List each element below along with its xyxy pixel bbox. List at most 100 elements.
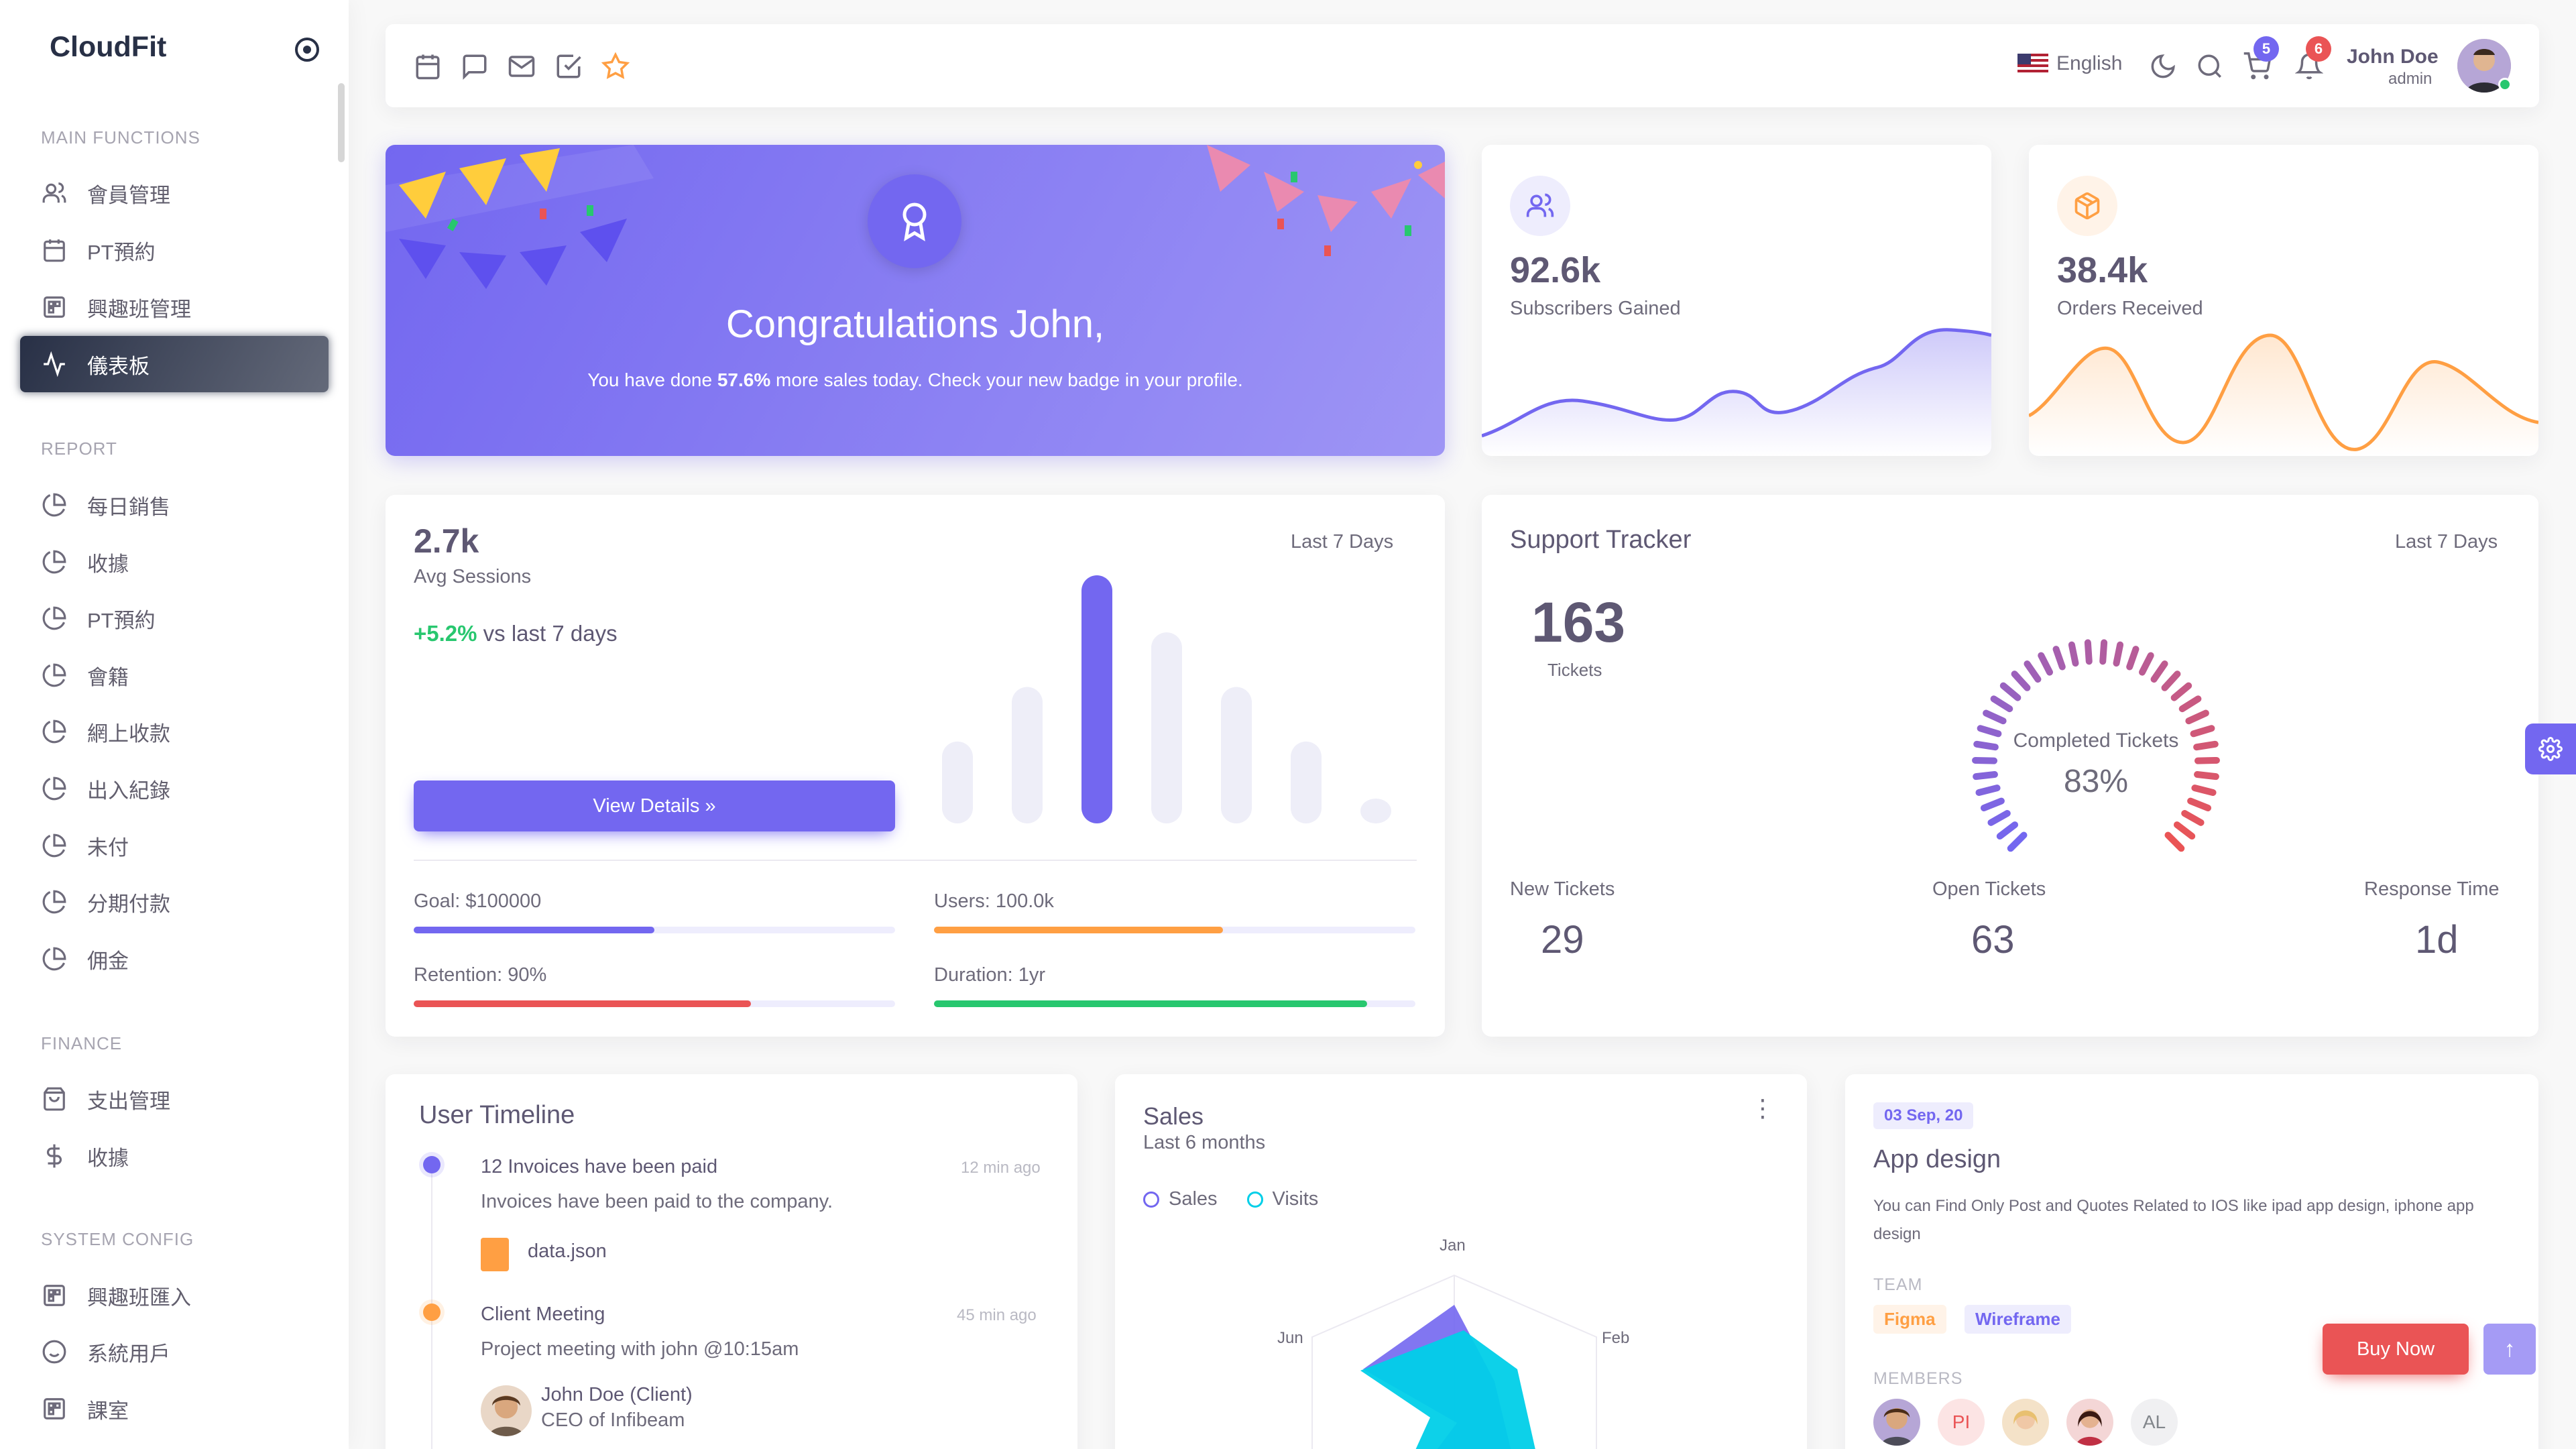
gauge-segment [2161, 671, 2181, 691]
pie-chart-icon [40, 604, 68, 632]
json-file-icon [481, 1238, 509, 1271]
sidebar-item-expenses[interactable]: 支出管理 [20, 1071, 329, 1127]
gauge-segment [2038, 652, 2053, 676]
moon-icon[interactable] [2149, 52, 2177, 80]
sessions-change: +5.2% vs last 7 days [414, 621, 618, 646]
retention-progress [414, 1000, 895, 1007]
congrats-title: Congratulations John, [725, 302, 1105, 346]
support-title: Support Tracker [1510, 526, 1692, 554]
scroll-to-top-button[interactable]: ↑ [2483, 1324, 2536, 1375]
users-progress [934, 927, 1415, 933]
member-avatar-initials[interactable]: PI [1938, 1399, 1985, 1446]
orders-card: 38.4k Orders Received [2029, 145, 2538, 456]
orders-value: 38.4k [2057, 250, 2148, 290]
session-bar [1012, 687, 1043, 823]
sidebar-item-commission[interactable]: 佣金 [20, 931, 329, 987]
member-avatar[interactable] [1873, 1399, 1920, 1446]
search-icon[interactable] [2196, 52, 2224, 80]
sidebar-item-system-users[interactable]: 系統用戶 [20, 1324, 329, 1380]
sidebar-item-dashboard[interactable]: 儀表板 [20, 336, 329, 392]
mail-icon[interactable] [508, 52, 536, 80]
sidebar-item-classes[interactable]: 興趣班管理 [20, 279, 329, 335]
activity-icon [40, 350, 68, 378]
timeline-title: User Timeline [419, 1101, 575, 1129]
top-navbar: English 5 6 [386, 24, 2539, 107]
gauge-segment [2139, 652, 2154, 676]
timeline-item-title: 12 Invoices have been paid [481, 1156, 718, 1177]
sessions-change-label: vs last 7 days [483, 621, 618, 646]
sidebar-item-label: 會員管理 [87, 183, 170, 207]
gauge-segment [1987, 810, 2011, 826]
tag-figma: Figma [1873, 1305, 1946, 1334]
app-design-desc: You can Find Only Post and Quotes Relate… [1873, 1197, 2474, 1243]
sidebar-item-classrooms[interactable]: 課室 [20, 1381, 329, 1437]
sessions-period-dropdown[interactable]: Last 7 Days [1291, 531, 1393, 553]
gauge-segment [1983, 709, 2007, 725]
gauge-segment [2181, 810, 2205, 826]
goal-label: Goal: $100000 [414, 890, 542, 912]
duration-label: Duration: 1yr [934, 964, 1046, 986]
attachment-link[interactable]: data.json [528, 1240, 607, 1263]
sidebar-item-unpaid[interactable]: 未付 [20, 817, 329, 874]
sidebar-item-members[interactable]: 會員管理 [20, 165, 329, 221]
user-role: admin [2388, 70, 2433, 88]
check-square-icon[interactable] [554, 52, 583, 80]
sidebar-item-label: 會籍 [87, 665, 129, 689]
language-selector[interactable]: English [2017, 52, 2122, 75]
gauge-segment [2068, 641, 2079, 667]
user-name[interactable]: John Doe [2347, 46, 2439, 68]
member-avatar[interactable] [2002, 1399, 2049, 1446]
sidebar-item-daily-sales[interactable]: 每日銷售 [20, 477, 329, 533]
view-details-button[interactable]: View Details » [414, 780, 895, 831]
client-role: CEO of Infibeam [541, 1409, 685, 1431]
sidebar-item-label: 收據 [87, 1146, 129, 1170]
member-avatar-initials[interactable]: AL [2131, 1399, 2178, 1446]
sidebar-item-pt-report[interactable]: PT預約 [20, 590, 329, 646]
star-icon[interactable] [601, 52, 630, 80]
gauge-segment [2007, 831, 2028, 852]
arrow-up-icon: ↑ [2504, 1336, 2516, 1362]
section-finance: FINANCE [41, 1033, 123, 1053]
cart-badge: 5 [2253, 36, 2279, 62]
sales-radar-chart [1311, 1274, 1597, 1449]
retention-label: Retention: 90% [414, 964, 547, 986]
customizer-toggle[interactable] [2525, 723, 2576, 774]
sidebar: CloudFit MAIN FUNCTIONS 會員管理 PT預約 興趣班管理 … [0, 0, 349, 1449]
sidebar-item-access-log[interactable]: 出入紀錄 [20, 760, 329, 817]
layout-icon [40, 1395, 68, 1423]
sidebar-item-label: 每日銷售 [87, 495, 170, 519]
orders-sparkline [2029, 333, 2538, 456]
sidebar-item-pt[interactable]: PT預約 [20, 222, 329, 278]
sidebar-scrollbar[interactable] [338, 83, 345, 162]
buy-now-button[interactable]: Buy Now [2323, 1324, 2469, 1375]
sidebar-item-membership[interactable]: 會籍 [20, 647, 329, 703]
sidebar-item-label: 系統用戶 [87, 1342, 170, 1366]
sidebar-item-finance-receipts[interactable]: 收據 [20, 1128, 329, 1184]
brand-logo[interactable]: CloudFit [50, 31, 166, 64]
gauge-segment [1999, 682, 2022, 701]
sidebar-item-installments[interactable]: 分期付款 [20, 874, 329, 930]
timeline-item-text: Invoices have been paid to the company. [481, 1191, 833, 1212]
sidebar-item-label: 儀表板 [87, 354, 150, 378]
smile-icon [40, 1338, 68, 1366]
timeline-item-time: 45 min ago [957, 1306, 1037, 1324]
gauge-segment [2150, 660, 2168, 683]
sidebar-item-receipts[interactable]: 收據 [20, 534, 329, 590]
message-icon[interactable] [461, 52, 489, 80]
calendar-icon[interactable] [414, 52, 442, 80]
session-bar [1221, 687, 1252, 823]
gauge-segment [2173, 821, 2196, 840]
language-label: English [2056, 52, 2123, 74]
sidebar-item-label: 收據 [87, 552, 129, 576]
new-tickets-value: 29 [1541, 918, 1584, 962]
team-label: TEAM [1873, 1275, 1923, 1294]
users-icon [1510, 176, 1570, 236]
subscribers-sparkline [1482, 328, 1991, 456]
sidebar-item-online-payment[interactable]: 網上收款 [20, 703, 329, 760]
member-avatar[interactable] [2066, 1399, 2113, 1446]
online-status-dot [2498, 78, 2512, 91]
tickets-value: 163 [1531, 591, 1626, 654]
support-period-dropdown[interactable]: Last 7 Days [2395, 531, 2498, 553]
sidebar-toggle-icon[interactable] [295, 38, 319, 62]
sidebar-item-class-import[interactable]: 興趣班匯入 [20, 1267, 329, 1324]
